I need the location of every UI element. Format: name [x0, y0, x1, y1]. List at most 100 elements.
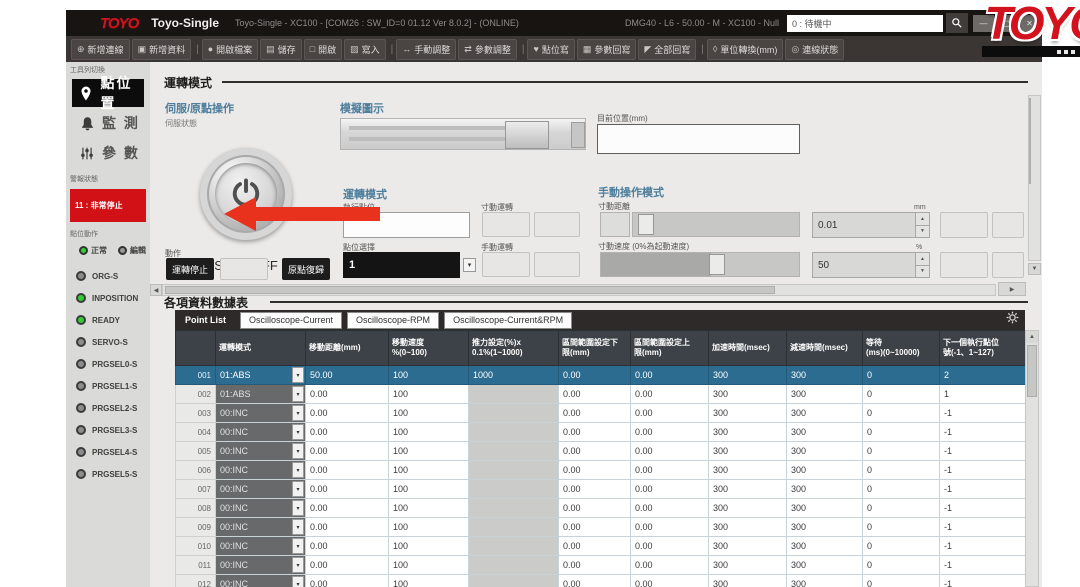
slider-thumb[interactable]	[638, 214, 654, 235]
sidebar-item-monitor[interactable]: 監 測	[72, 109, 144, 137]
cell-decel-time[interactable]: 300	[787, 423, 863, 442]
cell-decel-time[interactable]: 300	[787, 480, 863, 499]
cell-range-upper[interactable]: 0.00	[631, 518, 709, 537]
mode-dropdown-button[interactable]: ▾	[292, 443, 304, 459]
op-horizontal-scrollbar[interactable]	[162, 284, 996, 296]
point-select-dropdown[interactable]: 1	[343, 252, 460, 278]
cell-force-setting[interactable]	[469, 518, 559, 537]
tab-oscilloscope-current-rpm[interactable]: Oscilloscope-Current&RPM	[444, 312, 572, 329]
toolbar-button-new-data[interactable]: ▣新增資料	[132, 39, 192, 60]
manual-plus-button[interactable]	[534, 252, 580, 277]
table-row-007[interactable]: 00700:INC▾0.001000.000.003003000-1	[176, 480, 1026, 499]
cell-decel-time[interactable]: 300	[787, 518, 863, 537]
cell-force-setting[interactable]: 1000	[469, 366, 559, 385]
radio-option[interactable]: 編輯	[118, 245, 146, 256]
toolbar-button-unit-convert[interactable]: ◊單位轉換(mm)	[707, 39, 783, 60]
cell-range-upper[interactable]: 0.00	[631, 442, 709, 461]
cell-decel-time[interactable]: 300	[787, 556, 863, 575]
cell-range-upper[interactable]: 0.00	[631, 366, 709, 385]
cell-wait-time[interactable]: 0	[863, 366, 940, 385]
jog-minus-button[interactable]	[482, 212, 530, 237]
cell-accel-time[interactable]: 300	[709, 404, 787, 423]
cell-range-lower[interactable]: 0.00	[559, 423, 631, 442]
cell-run-mode[interactable]: 00:INC▾	[216, 556, 306, 575]
cell-move-distance[interactable]: 0.00	[306, 518, 389, 537]
table-row-008[interactable]: 00800:INC▾0.001000.000.003003000-1	[176, 499, 1026, 518]
cell-run-mode[interactable]: 01:ABS▾	[216, 366, 306, 385]
mode-dropdown-button[interactable]: ▾	[292, 557, 304, 573]
cell-move-distance[interactable]: 0.00	[306, 442, 389, 461]
slider-thumb[interactable]	[709, 254, 725, 275]
cell-force-setting[interactable]	[469, 404, 559, 423]
cell-force-setting[interactable]	[469, 480, 559, 499]
table-row-003[interactable]: 00300:INC▾0.001000.000.003003000-1	[176, 404, 1026, 423]
spinner-up-icon[interactable]: ▲	[916, 213, 929, 225]
jog-speed-aux-button2[interactable]	[992, 252, 1024, 278]
table-row-006[interactable]: 00600:INC▾0.001000.000.003003000-1	[176, 461, 1026, 480]
cell-wait-time[interactable]: 0	[863, 537, 940, 556]
cell-wait-time[interactable]: 0	[863, 442, 940, 461]
cell-run-mode[interactable]: 00:INC▾	[216, 442, 306, 461]
mode-dropdown-button[interactable]: ▾	[292, 386, 304, 402]
toolbar-button-manual-adjust[interactable]: ↔手動調整	[396, 39, 456, 60]
toolbar-button-param-writeback[interactable]: ▦參數回寫	[577, 39, 637, 60]
mode-dropdown-button[interactable]: ▾	[292, 519, 304, 535]
cell-force-setting[interactable]	[469, 423, 559, 442]
cell-decel-time[interactable]: 300	[787, 442, 863, 461]
mode-dropdown-button[interactable]: ▾	[292, 367, 304, 383]
tab-oscilloscope-current[interactable]: Oscilloscope-Current	[240, 312, 342, 329]
cell-wait-time[interactable]: 0	[863, 518, 940, 537]
spinner-down-icon[interactable]: ▼	[916, 225, 929, 238]
cell-move-distance[interactable]: 0.00	[306, 556, 389, 575]
spinner-down-icon[interactable]: ▼	[916, 265, 929, 278]
cell-next-point[interactable]: -1	[940, 537, 1026, 556]
toolbar-button-param-adjust[interactable]: ⇄參數調整	[458, 39, 517, 60]
toolbar-button-open[interactable]: □開啟	[304, 39, 342, 60]
cell-accel-time[interactable]: 300	[709, 366, 787, 385]
table-row-002[interactable]: 00201:ABS▾0.001000.000.0030030001	[176, 385, 1026, 404]
toolbar-button-point-write[interactable]: ♥點位寫	[527, 39, 574, 60]
cell-move-speed[interactable]: 100	[389, 404, 469, 423]
cell-accel-time[interactable]: 300	[709, 423, 787, 442]
cell-move-speed[interactable]: 100	[389, 499, 469, 518]
cell-wait-time[interactable]: 0	[863, 461, 940, 480]
cell-decel-time[interactable]: 300	[787, 575, 863, 587]
point-select-arrow-button[interactable]: ▾	[463, 258, 476, 272]
cell-move-distance[interactable]: 0.00	[306, 423, 389, 442]
cell-wait-time[interactable]: 0	[863, 575, 940, 587]
cell-force-setting[interactable]	[469, 537, 559, 556]
cell-run-mode[interactable]: 00:INC▾	[216, 499, 306, 518]
cell-next-point[interactable]: -1	[940, 480, 1026, 499]
cell-wait-time[interactable]: 0	[863, 556, 940, 575]
cell-accel-time[interactable]: 300	[709, 385, 787, 404]
cell-range-upper[interactable]: 0.00	[631, 499, 709, 518]
cell-move-speed[interactable]: 100	[389, 480, 469, 499]
cell-range-lower[interactable]: 0.00	[559, 556, 631, 575]
cell-range-upper[interactable]: 0.00	[631, 556, 709, 575]
toolbar-button-write[interactable]: ▨寫入	[344, 39, 386, 60]
cell-range-lower[interactable]: 0.00	[559, 404, 631, 423]
cell-decel-time[interactable]: 300	[787, 461, 863, 480]
mode-dropdown-button[interactable]: ▾	[292, 576, 304, 587]
cell-accel-time[interactable]: 300	[709, 518, 787, 537]
tab-point-list[interactable]: Point List	[185, 315, 226, 325]
cell-run-mode[interactable]: 00:INC▾	[216, 518, 306, 537]
scrollbar-thumb[interactable]	[1029, 98, 1031, 184]
tab-oscilloscope-rpm[interactable]: Oscilloscope-RPM	[347, 312, 439, 329]
cell-next-point[interactable]: -1	[940, 575, 1026, 587]
cell-next-point[interactable]: -1	[940, 499, 1026, 518]
op-vertical-scrollbar[interactable]	[1028, 95, 1041, 261]
jog-speed-spinner[interactable]: 50 ▲ ▼	[812, 252, 930, 278]
stop-run-button[interactable]: 運轉停止	[166, 258, 214, 280]
sidebar-item-point-position[interactable]: 點位置	[72, 79, 144, 107]
cell-force-setting[interactable]	[469, 499, 559, 518]
cell-next-point[interactable]: 2	[940, 366, 1026, 385]
cell-move-speed[interactable]: 100	[389, 423, 469, 442]
cell-decel-time[interactable]: 300	[787, 385, 863, 404]
cell-range-upper[interactable]: 0.00	[631, 404, 709, 423]
mode-dropdown-button[interactable]: ▾	[292, 500, 304, 516]
cell-range-lower[interactable]: 0.00	[559, 366, 631, 385]
cell-move-distance[interactable]: 0.00	[306, 385, 389, 404]
cell-move-speed[interactable]: 100	[389, 366, 469, 385]
mode-dropdown-button[interactable]: ▾	[292, 462, 304, 478]
